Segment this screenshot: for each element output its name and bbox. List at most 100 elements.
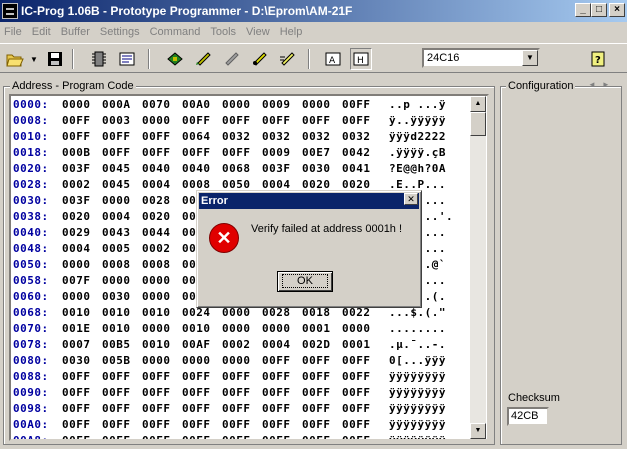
hex-word[interactable]: 0040 xyxy=(142,162,171,175)
hex-word[interactable]: 0010 xyxy=(102,306,131,319)
hex-word[interactable]: 0000 xyxy=(262,322,291,335)
hex-word[interactable]: 00FF xyxy=(102,386,131,399)
hex-word[interactable]: 001E xyxy=(62,322,91,335)
hex-word[interactable]: 00FF xyxy=(262,370,291,383)
hex-word[interactable]: 0002 xyxy=(142,242,171,255)
verify-icon[interactable] xyxy=(248,48,270,70)
read-icon[interactable] xyxy=(164,48,186,70)
hex-word[interactable]: 0000 xyxy=(222,322,251,335)
hex-row[interactable]: 0000: 0000 000A 0070 00A0 0000 0009 0000 00FF ..p… xyxy=(13,98,445,114)
scroll-thumb[interactable] xyxy=(470,112,486,136)
hex-word[interactable]: 00E7 xyxy=(302,146,331,159)
menu-tools[interactable]: Tools xyxy=(206,26,240,38)
hex-word[interactable]: 0010 xyxy=(62,306,91,319)
hex-row[interactable]: 0020: 003F 0045 0040 0040 0068 003F 0030 0041 ?E@… xyxy=(13,162,445,178)
hex-word[interactable]: 003F xyxy=(62,162,91,175)
hex-word[interactable]: 0020 xyxy=(62,210,91,223)
hex-row[interactable]: 0040:00290043004400000000000000000000)CD… xyxy=(13,226,445,242)
hex-word[interactable]: 0040 xyxy=(182,162,211,175)
hex-word[interactable]: 0008 xyxy=(142,258,171,271)
hex-row[interactable]: 00A8: 00FF 00FF 00FF 00FF 00FF 00FF 00FF 00FF ÿÿÿ… xyxy=(13,434,445,439)
hex-word[interactable]: 0068 xyxy=(222,162,251,175)
hex-word[interactable]: 0009 xyxy=(262,98,291,111)
hex-word[interactable]: 00FF xyxy=(222,386,251,399)
maximize-button[interactable]: □ xyxy=(591,3,607,17)
dialog-close-button[interactable]: ✕ xyxy=(404,193,418,205)
hex-row[interactable]: 0068: 0010 0010 0010 0024 0000 0028 0018 0022...… xyxy=(13,306,445,322)
hex-word[interactable]: 0045 xyxy=(102,162,131,175)
blank-check-icon[interactable] xyxy=(276,48,298,70)
hex-word[interactable]: 0032 xyxy=(262,130,291,143)
hex-word[interactable]: 0042 xyxy=(342,146,371,159)
chevron-down-icon[interactable]: ▼ xyxy=(522,50,538,66)
hex-word[interactable]: 0001 xyxy=(342,338,371,351)
hex-word[interactable]: 0002 xyxy=(222,338,251,351)
hex-row[interactable]: 0090: 00FF 00FF 00FF 00FF 00FF 00FF 00FF 00FF ÿÿÿ… xyxy=(13,386,445,402)
hex-row[interactable]: 0088: 00FF 00FF 00FF 00FF 00FF 00FF 00FF 00FF ÿÿÿ… xyxy=(13,370,445,386)
hex-word[interactable]: 00FF xyxy=(182,418,211,431)
hex-word[interactable]: 0043 xyxy=(102,226,131,239)
scroll-up-icon[interactable]: ▲ xyxy=(470,96,486,112)
hex-row[interactable]: 0028: 0002 0045 0004 0008 0050 0004 0020 0020 .E.… xyxy=(13,178,445,194)
hex-word[interactable]: 00FF xyxy=(142,146,171,159)
hex-row[interactable]: 0048:00040005000200000000000000000000...… xyxy=(13,242,445,258)
hex-word[interactable]: 0001 xyxy=(302,322,331,335)
hex-word[interactable]: 00FF xyxy=(102,418,131,431)
hex-row[interactable]: 0098: 00FF 00FF 00FF 00FF 00FF 00FF 00FF 00FF ÿÿÿ… xyxy=(13,402,445,418)
hex-word[interactable]: 00FF xyxy=(62,434,91,439)
hex-row[interactable]: 0060:00000030000000000000000000280000.0.… xyxy=(13,290,445,306)
hex-word[interactable]: 0030 xyxy=(302,162,331,175)
hex-row[interactable]: 0070: 001E 0010 0000 0010 0000 0000 0001 0000...… xyxy=(13,322,445,338)
hex-word[interactable]: 0008 xyxy=(102,258,131,271)
menu-command[interactable]: Command xyxy=(146,26,205,38)
hex-word[interactable]: 003F xyxy=(262,162,291,175)
hex-word[interactable]: 0000 xyxy=(102,274,131,287)
scroll-down-icon[interactable]: ▼ xyxy=(470,423,486,439)
open-icon[interactable] xyxy=(4,48,26,70)
hex-row[interactable]: 0080: 0030 005B 0000 0000 0000 00FF 00FF 00FF 0[.… xyxy=(13,354,445,370)
hex-word[interactable]: 00FF xyxy=(222,418,251,431)
hex-word[interactable]: 00FF xyxy=(302,370,331,383)
close-button[interactable]: × xyxy=(609,3,625,17)
hex-word[interactable]: 00FF xyxy=(102,434,131,439)
hex-word[interactable]: 00FF xyxy=(142,130,171,143)
hex-word[interactable]: 002D xyxy=(302,338,331,351)
config-nav-arrows-icon[interactable]: ◄► xyxy=(588,80,616,89)
hex-word[interactable]: 0000 xyxy=(102,194,131,207)
menu-help[interactable]: Help xyxy=(276,26,307,38)
hex-word[interactable]: 000A xyxy=(102,98,131,111)
hex-row[interactable]: 0078: 0007 00B5 0010 00AF 0002 0004 002D 0001 .µ.… xyxy=(13,338,445,354)
menu-file[interactable]: File xyxy=(0,26,26,38)
menu-edit[interactable]: Edit xyxy=(28,26,55,38)
hex-word[interactable]: 00FF xyxy=(142,402,171,415)
device-select[interactable]: 24C16 ▼ xyxy=(422,48,540,68)
hex-word[interactable]: 00A0 xyxy=(182,98,211,111)
hex-word[interactable]: 00FF xyxy=(342,98,371,111)
hex-word[interactable]: 00FF xyxy=(62,114,91,127)
hex-word[interactable]: 0000 xyxy=(142,114,171,127)
hex-word[interactable]: 00FF xyxy=(182,434,211,439)
hex-word[interactable]: 00FF xyxy=(182,146,211,159)
hex-word[interactable]: 0002 xyxy=(62,178,91,191)
hex-word[interactable]: 0032 xyxy=(302,130,331,143)
hex-word[interactable]: 00FF xyxy=(142,418,171,431)
hex-row[interactable]: 0018: 000B 00FF 00FF 00FF 00FF 0009 00E7 0042 .ÿÿ… xyxy=(13,146,445,162)
window-title-bar[interactable]: IC-Prog 1.06B - Prototype Programmer - D… xyxy=(0,0,627,22)
hex-word[interactable]: 000B xyxy=(62,146,91,159)
hex-word[interactable]: 00FF xyxy=(222,402,251,415)
menu-buffer[interactable]: Buffer xyxy=(57,26,94,38)
hex-word[interactable]: 00FF xyxy=(222,146,251,159)
hex-word[interactable]: 0003 xyxy=(102,114,131,127)
hex-word[interactable]: 00FF xyxy=(262,418,291,431)
hex-word[interactable]: 00FF xyxy=(262,354,291,367)
open-dropdown-icon[interactable]: ▼ xyxy=(28,48,40,70)
hex-word[interactable]: 00FF xyxy=(102,402,131,415)
hex-word[interactable]: 0000 xyxy=(142,322,171,335)
hex-word[interactable]: 00FF xyxy=(302,354,331,367)
hex-word[interactable]: 0032 xyxy=(342,130,371,143)
hex-word[interactable]: 0000 xyxy=(142,354,171,367)
hex-word[interactable]: 00FF xyxy=(302,418,331,431)
hex-word[interactable]: 00FF xyxy=(342,386,371,399)
ok-button[interactable]: OK xyxy=(277,271,333,292)
hex-word[interactable]: 00FF xyxy=(182,370,211,383)
